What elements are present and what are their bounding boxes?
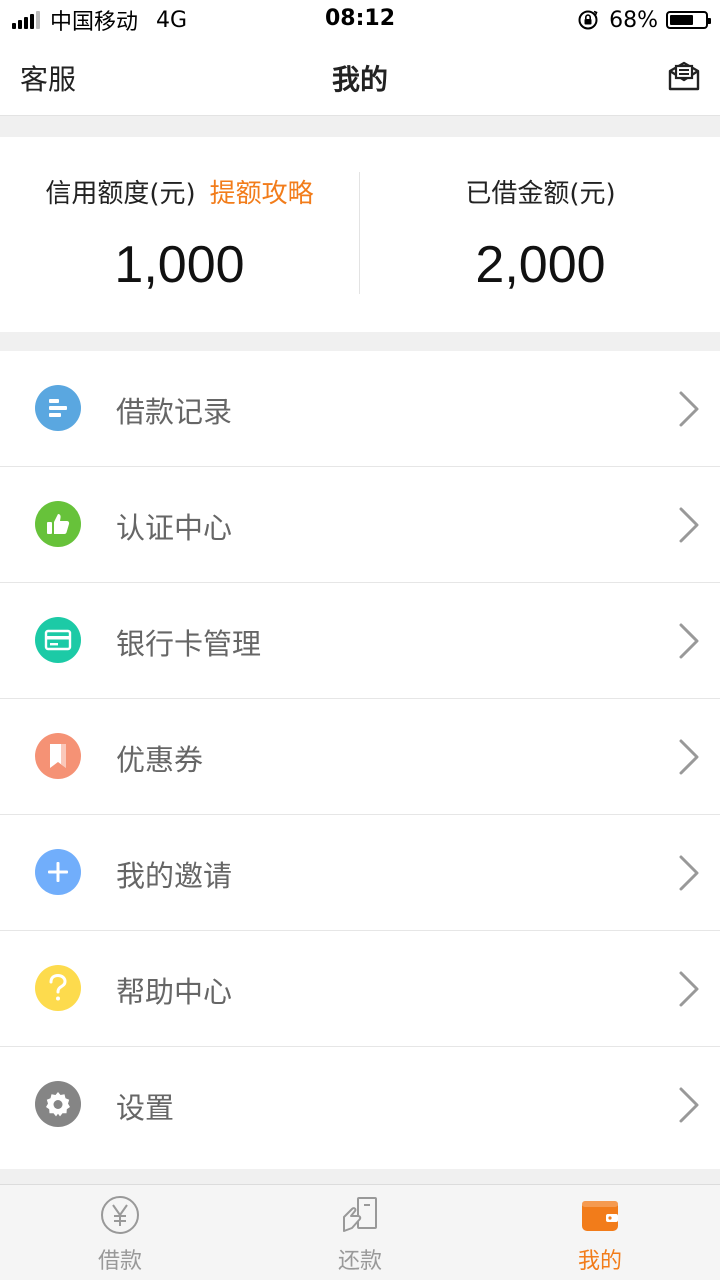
credit-limit-label-row: 信用额度(元) 提额攻略 (0, 173, 359, 210)
status-bar: 中国移动 4G 08:12 68% (0, 0, 720, 40)
menu-item-help-center[interactable]: 帮助中心 (0, 931, 720, 1047)
menu-item-label: 我的邀请 (116, 859, 233, 893)
repay-icon (343, 1197, 377, 1232)
chevron-right-icon (679, 971, 699, 1007)
borrowed-amount-panel: 已借金额(元) 2,000 (361, 137, 720, 332)
yen-icon (101, 1196, 139, 1234)
raise-limit-tips-link[interactable]: 提额攻略 (210, 179, 314, 209)
chevron-right-icon (679, 623, 699, 659)
menu-item-my-invitations[interactable]: 我的邀请 (0, 815, 720, 931)
credit-limit-value: 1,000 (114, 236, 245, 294)
status-left: 中国移动 4G (12, 6, 188, 35)
menu-item-loan-records[interactable]: 借款记录 (0, 351, 720, 467)
wallet-icon (582, 1201, 618, 1231)
tab-label: 借款 (97, 1249, 142, 1274)
tab-label: 我的 (577, 1249, 622, 1274)
status-right: 68% (577, 6, 711, 34)
record-icon (35, 385, 81, 431)
signal-icon (12, 11, 42, 29)
menu-item-label: 设置 (116, 1091, 175, 1125)
borrowed-amount-label: 已借金额(元) (465, 179, 616, 209)
carrier-name: 中国移动 (50, 10, 139, 35)
nav-bar: 客服 我的 (0, 40, 720, 116)
network-type: 4G (156, 7, 188, 33)
battery-icon (666, 11, 711, 29)
question-icon (35, 965, 81, 1011)
menu-item-bank-card-management[interactable]: 银行卡管理 (0, 583, 720, 699)
menu-item-label: 优惠券 (116, 743, 204, 777)
menu-item-settings[interactable]: 设置 (0, 1047, 720, 1163)
chevron-right-icon (679, 1087, 699, 1123)
credit-limit-panel: 信用额度(元) 提额攻略 1,000 (0, 137, 359, 332)
page-title: 我的 (331, 63, 388, 96)
tab-label: 还款 (337, 1249, 382, 1274)
thumbs-up-icon (35, 501, 81, 547)
plus-icon (35, 849, 81, 895)
chevron-right-icon (679, 507, 699, 543)
credit-divider (359, 172, 360, 294)
tab-bar: 借款 还款 我的 (0, 1184, 720, 1280)
menu-item-verification-center[interactable]: 认证中心 (0, 467, 720, 583)
bank-card-icon (35, 617, 81, 663)
chevron-right-icon (679, 739, 699, 775)
gear-icon (35, 1081, 81, 1127)
menu-item-label: 银行卡管理 (116, 627, 262, 661)
coupon-icon (35, 733, 81, 779)
credit-limit-label: 信用额度(元) (45, 179, 196, 209)
chevron-right-icon (679, 855, 699, 891)
credit-summary: 信用额度(元) 提额攻略 1,000 已借金额(元) 2,000 (0, 137, 720, 332)
tab-borrow[interactable]: 借款 (0, 1185, 240, 1280)
tab-mine[interactable]: 我的 (480, 1185, 720, 1280)
customer-service-button[interactable]: 客服 (20, 58, 76, 98)
menu-list: 借款记录 认证中心 银行卡管理 优惠券 我的邀请 帮助中心 设置 (0, 351, 720, 1169)
tab-repay[interactable]: 还款 (240, 1185, 480, 1280)
rotation-lock-icon (578, 10, 598, 30)
menu-item-label: 认证中心 (116, 511, 233, 545)
menu-item-label: 借款记录 (116, 395, 233, 429)
battery-percent: 68% (609, 7, 658, 33)
message-icon[interactable] (666, 58, 702, 94)
chevron-right-icon (679, 391, 699, 427)
menu-item-coupons[interactable]: 优惠券 (0, 699, 720, 815)
app-screen: 中国移动 4G 08:12 68% 客服 我的 信用额度(元) 提额攻略 1,0… (0, 0, 720, 1280)
menu-item-label: 帮助中心 (116, 975, 233, 1009)
battery-fill (670, 15, 694, 25)
borrowed-amount-value: 2,000 (475, 236, 606, 294)
